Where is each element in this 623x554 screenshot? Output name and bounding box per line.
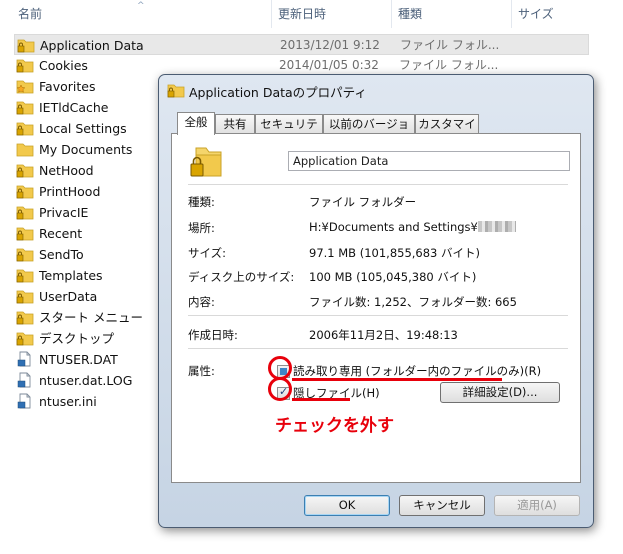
locked-folder-icon: [16, 332, 34, 346]
file-name: Local Settings: [39, 121, 127, 136]
locked-folder-icon: [16, 59, 34, 73]
file-row[interactable]: Application Data 2013/12/01 9:12 ファイル フォル.…: [14, 34, 589, 55]
type-label: 種類:: [188, 195, 215, 209]
size-on-disk-label: ディスク上のサイズ:: [188, 270, 295, 284]
column-date[interactable]: 更新日時: [272, 0, 392, 28]
apply-button[interactable]: 適用(A): [494, 495, 580, 516]
file-name: スタート メニュー: [39, 310, 143, 325]
type-value: ファイル フォルダー: [309, 195, 417, 209]
file-date: 2014/01/05 0:32: [279, 58, 379, 72]
file-name: Recent: [39, 226, 83, 241]
locked-folder-icon: [16, 122, 34, 136]
size-on-disk-value: 100 MB (105,045,380 バイト): [309, 270, 477, 284]
annotation-uncheck: チェックを外す: [275, 416, 394, 436]
locked-folder-icon: [16, 248, 34, 262]
file-icon: [17, 372, 31, 388]
column-type[interactable]: 種類: [392, 0, 512, 28]
file-name: デスクトップ: [39, 331, 115, 346]
divider: [188, 184, 568, 185]
file-date: 2013/12/01 9:12: [280, 38, 380, 52]
redacted-username: [477, 221, 516, 232]
file-name: PrintHood: [39, 184, 101, 199]
locked-folder-icon: [167, 84, 185, 98]
divider: [188, 348, 568, 349]
file-name: Templates: [39, 268, 103, 283]
file-name: IETldCache: [39, 100, 109, 115]
underline-readonly: [292, 378, 502, 381]
file-name: SendTo: [39, 247, 84, 262]
underline-hidden: [292, 398, 350, 401]
locked-folder-icon: [16, 311, 34, 325]
sort-ascending-icon: ^: [137, 1, 145, 11]
file-name: Cookies: [39, 58, 88, 73]
folder-name-input[interactable]: Application Data: [288, 151, 570, 171]
created-label: 作成日時:: [188, 328, 238, 342]
file-name: NTUSER.DAT: [39, 352, 118, 367]
file-icon: [17, 393, 31, 409]
file-type: ファイル フォル...: [400, 38, 500, 52]
dialog-titlebar[interactable]: Application Dataのプロパティ: [159, 75, 593, 105]
tab-general[interactable]: 全般: [177, 112, 215, 135]
contents-label: 内容:: [188, 295, 215, 309]
contents-value: ファイル数: 1,252、フォルダー数: 665: [309, 295, 517, 309]
file-icon: [17, 351, 31, 367]
dialog-title: Application Dataのプロパティ: [189, 85, 367, 100]
file-name: Favorites: [39, 79, 96, 94]
file-name: Application Data: [40, 38, 144, 53]
column-header: 名前 ^ 更新日時 種類 サイズ: [0, 0, 623, 28]
file-name: ntuser.ini: [39, 394, 97, 409]
size-value: 97.1 MB (101,855,683 バイト): [309, 246, 481, 260]
file-name: ntuser.dat.LOG: [39, 373, 133, 388]
location-text: H:¥Documents and Settings¥: [309, 220, 478, 234]
file-type: ファイル フォル...: [399, 58, 499, 72]
location-value: H:¥Documents and Settings¥: [309, 220, 516, 234]
cancel-button[interactable]: キャンセル: [399, 495, 485, 516]
locked-folder-icon: [17, 39, 35, 53]
file-name: PrivacIE: [39, 205, 89, 220]
created-value: 2006年11月2日、19:48:13: [309, 328, 458, 342]
readonly-label[interactable]: 読み取り専用 (フォルダー内のファイルのみ)(R): [293, 363, 541, 379]
locked-folder-icon: [16, 164, 34, 178]
divider: [188, 315, 568, 316]
locked-folder-icon: [16, 101, 34, 115]
tab-customize[interactable]: カスタマイズ: [415, 114, 479, 149]
size-label: サイズ:: [188, 246, 227, 260]
locked-folder-icon: [16, 206, 34, 220]
star-folder-icon: [16, 80, 34, 94]
locked-folder-icon: [16, 290, 34, 304]
file-name: NetHood: [39, 163, 94, 178]
ok-button[interactable]: OK: [304, 495, 390, 516]
advanced-button[interactable]: 詳細設定(D)...: [440, 382, 560, 403]
locked-folder-icon: [16, 269, 34, 283]
file-name: My Documents: [39, 142, 133, 157]
location-label: 場所:: [188, 221, 215, 235]
locked-folder-icon: [190, 147, 222, 177]
locked-folder-icon: [16, 227, 34, 241]
highlight-circle-hidden: [268, 377, 292, 401]
file-row[interactable]: Cookies 2014/01/05 0:32 ファイル フォル...: [14, 55, 589, 76]
column-size[interactable]: サイズ: [512, 0, 592, 28]
folder-icon: [16, 143, 34, 157]
file-name: UserData: [39, 289, 98, 304]
tab-previous-versions[interactable]: 以前のバージョン: [323, 114, 415, 149]
attributes-label: 属性:: [188, 364, 215, 378]
tab-security[interactable]: セキュリティ: [255, 114, 323, 149]
properties-dialog: Application Dataのプロパティ 全般 共有 セキュリティ 以前のバ…: [158, 74, 594, 528]
tab-sharing[interactable]: 共有: [215, 114, 255, 133]
locked-folder-icon: [16, 185, 34, 199]
